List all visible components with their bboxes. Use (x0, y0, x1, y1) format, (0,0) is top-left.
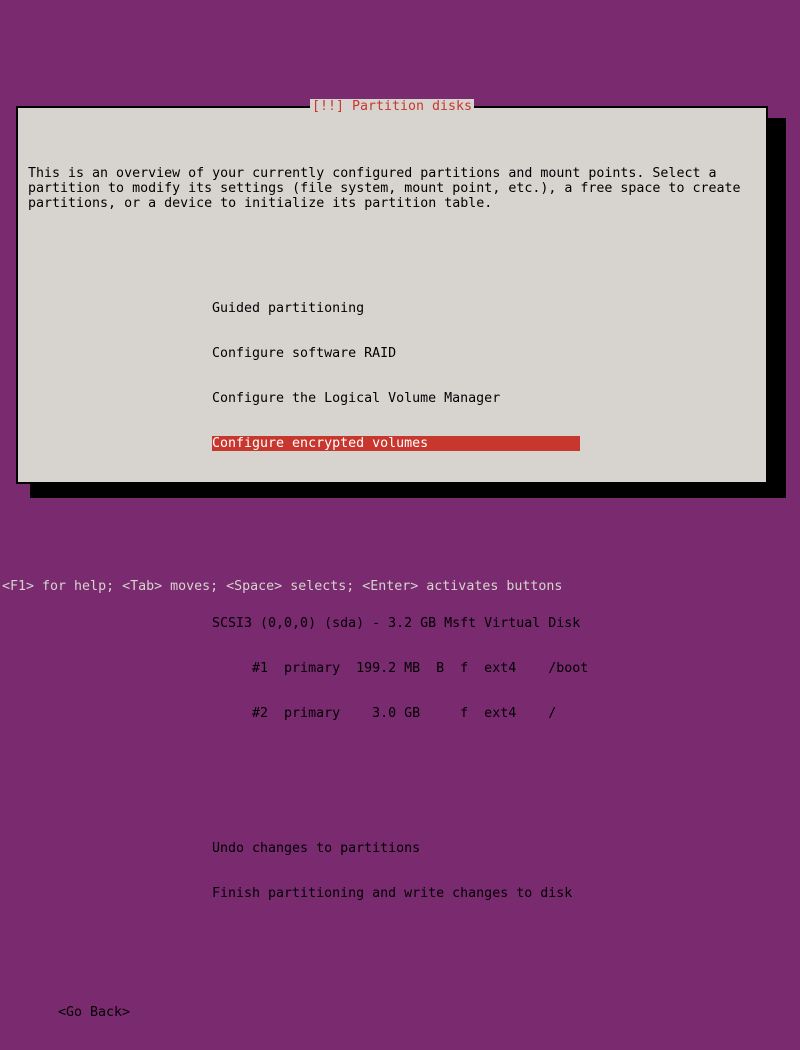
menu-label: Undo changes to partitions (212, 841, 420, 856)
menu-item-encrypted-selected[interactable]: Configure encrypted volumes (28, 436, 756, 451)
disk-partition-1[interactable]: #1 primary 199.2 MB B f ext4 /boot (28, 661, 756, 676)
go-back-label: <Go Back> (58, 1005, 130, 1020)
title-prefix: [!!] (312, 99, 352, 114)
menu-item-guided[interactable]: Guided partitioning (28, 301, 756, 316)
help-footer: <F1> for help; <Tab> moves; <Space> sele… (0, 579, 800, 594)
menu-label: Configure encrypted volumes (212, 436, 580, 451)
menu-item-undo[interactable]: Undo changes to partitions (28, 841, 756, 856)
menu-label: Configure iSCSI volumes (212, 481, 396, 496)
partition-menu: Guided partitioning Configure software R… (28, 271, 756, 526)
menu-label: Configure the Logical Volume Manager (212, 391, 500, 406)
disk-header[interactable]: SCSI3 (0,0,0) (sda) - 3.2 GB Msft Virtua… (28, 616, 756, 631)
partition-text: #2 primary 3.0 GB f ext4 / (212, 706, 556, 721)
disk-partition-2[interactable]: #2 primary 3.0 GB f ext4 / (28, 706, 756, 721)
menu-label: Finish partitioning and write changes to… (212, 886, 572, 901)
menu-item-iscsi[interactable]: Configure iSCSI volumes (28, 481, 756, 496)
disk-header-text: SCSI3 (0,0,0) (sda) - 3.2 GB Msft Virtua… (212, 616, 580, 631)
dialog-intro-text: This is an overview of your currently co… (28, 166, 756, 211)
partition-text: #1 primary 199.2 MB B f ext4 /boot (212, 661, 588, 676)
dialog-title-bar: [!!] Partition disks (18, 99, 766, 114)
menu-item-finish[interactable]: Finish partitioning and write changes to… (28, 886, 756, 901)
go-back-button[interactable]: <Go Back> (58, 1005, 756, 1020)
finalize-section: Undo changes to partitions Finish partit… (28, 811, 756, 931)
menu-item-lvm[interactable]: Configure the Logical Volume Manager (28, 391, 756, 406)
disk-section: SCSI3 (0,0,0) (sda) - 3.2 GB Msft Virtua… (28, 586, 756, 751)
menu-label: Configure software RAID (212, 346, 396, 361)
menu-item-raid[interactable]: Configure software RAID (28, 346, 756, 361)
menu-label: Guided partitioning (212, 301, 364, 316)
title-text: Partition disks (352, 99, 472, 114)
partition-dialog: [!!] Partition disks This is an overview… (16, 106, 768, 484)
dialog-title: [!!] Partition disks (310, 99, 474, 114)
